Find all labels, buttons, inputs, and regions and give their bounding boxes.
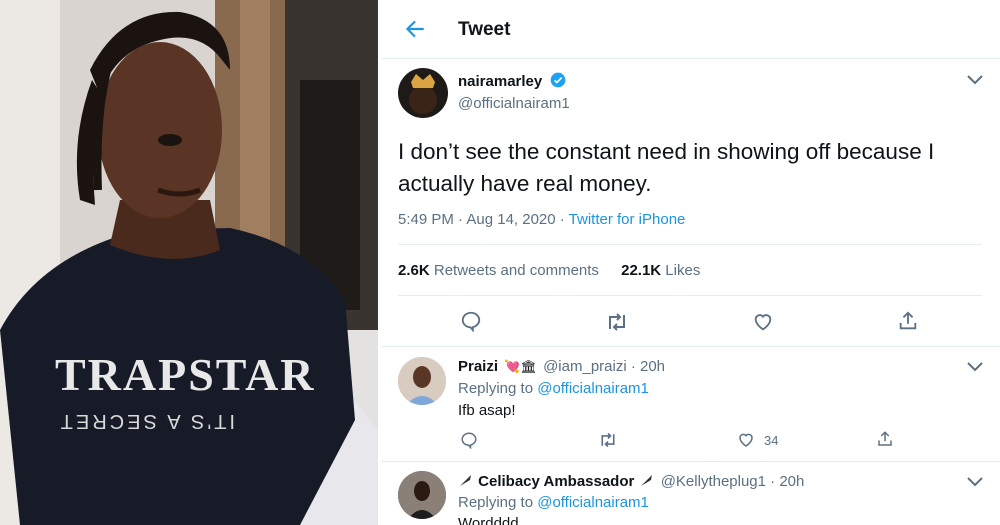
replying-to-handle[interactable]: @officialnairam1 <box>537 494 649 511</box>
divider <box>382 461 1000 462</box>
chevron-down-icon[interactable] <box>966 476 984 488</box>
retweet-icon[interactable] <box>598 431 618 449</box>
reply-author-emojis: 💘🏛 <box>504 360 537 375</box>
likes-stat[interactable]: 22.1K Likes <box>621 262 700 279</box>
page-title: Tweet <box>458 19 511 40</box>
reply-context: Replying to @officialnairam1 <box>458 380 649 397</box>
retweets-stat[interactable]: 2.6K Retweets and comments <box>398 262 603 279</box>
divider <box>398 244 982 245</box>
author-name[interactable]: nairamarley <box>458 73 542 90</box>
retweets-label: Retweets and comments <box>429 262 599 279</box>
tweet-timestamp: 5:49 PM · Aug 14, 2020 · <box>398 211 569 228</box>
replying-to-handle[interactable]: @officialnairam1 <box>537 380 649 397</box>
likes-label: Likes <box>661 262 701 279</box>
divider <box>398 295 982 296</box>
reply-time[interactable]: · 20h <box>766 473 804 490</box>
tweet-meta: 5:49 PM · Aug 14, 2020 · Twitter for iPh… <box>398 211 685 228</box>
reply-text: Wordddd <box>458 515 519 525</box>
like-heart-icon[interactable] <box>752 311 774 333</box>
tweet-header: Tweet <box>382 0 1000 59</box>
chevron-down-icon[interactable] <box>966 74 984 86</box>
share-icon[interactable] <box>897 310 919 332</box>
tweet-panel: Tweet nairamarley @officialnairam1 I don… <box>382 0 1000 525</box>
shirt-subtext: IT'S A SECRET <box>58 410 235 432</box>
reply-icon[interactable] <box>460 310 482 332</box>
likes-count: 22.1K <box>621 262 662 279</box>
avatar[interactable] <box>398 68 448 118</box>
feather-pen-icon <box>640 475 652 486</box>
author-handle[interactable]: @officialnairam1 <box>458 95 570 112</box>
reply-text: Ifb asap! <box>458 402 516 419</box>
shirt-text: TRAPSTAR <box>55 349 316 400</box>
reply-context: Replying to @officialnairam1 <box>458 494 649 511</box>
reply-author-line: Praizi 💘🏛 @iam_praizi · 20h <box>458 358 665 375</box>
reply-author-handle[interactable]: @iam_praizi <box>543 358 627 375</box>
tweet-author: nairamarley <box>458 72 566 91</box>
like-heart-icon[interactable] <box>737 431 755 449</box>
replying-to-label: Replying to <box>458 380 538 397</box>
reply-avatar[interactable] <box>398 357 446 405</box>
reply-author-line: Celibacy Ambassador @Kellytheplug1 · 20h <box>458 472 804 490</box>
tweet-text: I don’t see the constant need in showing… <box>398 139 935 196</box>
retweets-count: 2.6K <box>398 262 430 279</box>
reply-avatar-image <box>398 471 446 519</box>
reply-author-name[interactable]: Celibacy Ambassador <box>478 473 634 490</box>
feather-pen-icon <box>460 475 471 486</box>
retweet-icon[interactable] <box>605 311 629 333</box>
person-photo: TRAPSTAR IT'S A SECRET <box>0 0 378 525</box>
replying-to-label: Replying to <box>458 494 538 511</box>
reply-icon[interactable] <box>460 431 478 449</box>
reply-like-count: 34 <box>764 433 779 448</box>
photo-panel: TRAPSTAR IT'S A SECRET <box>0 0 378 525</box>
reply-avatar[interactable] <box>398 471 446 519</box>
reply-avatar-image <box>398 357 446 405</box>
chevron-down-icon[interactable] <box>966 361 984 373</box>
avatar-image <box>409 74 437 114</box>
reply-time[interactable]: · 20h <box>627 358 665 375</box>
tweet-stats: 2.6K Retweets and comments 22.1K Likes <box>398 262 700 279</box>
reply-author-name[interactable]: Praizi <box>458 358 498 375</box>
divider <box>382 346 1000 347</box>
reply-author-handle[interactable]: @Kellytheplug1 <box>661 473 766 490</box>
tweet-source-link[interactable]: Twitter for iPhone <box>569 211 686 228</box>
back-arrow-icon[interactable] <box>402 16 428 42</box>
verified-badge-icon <box>550 72 566 88</box>
share-icon[interactable] <box>876 430 894 448</box>
